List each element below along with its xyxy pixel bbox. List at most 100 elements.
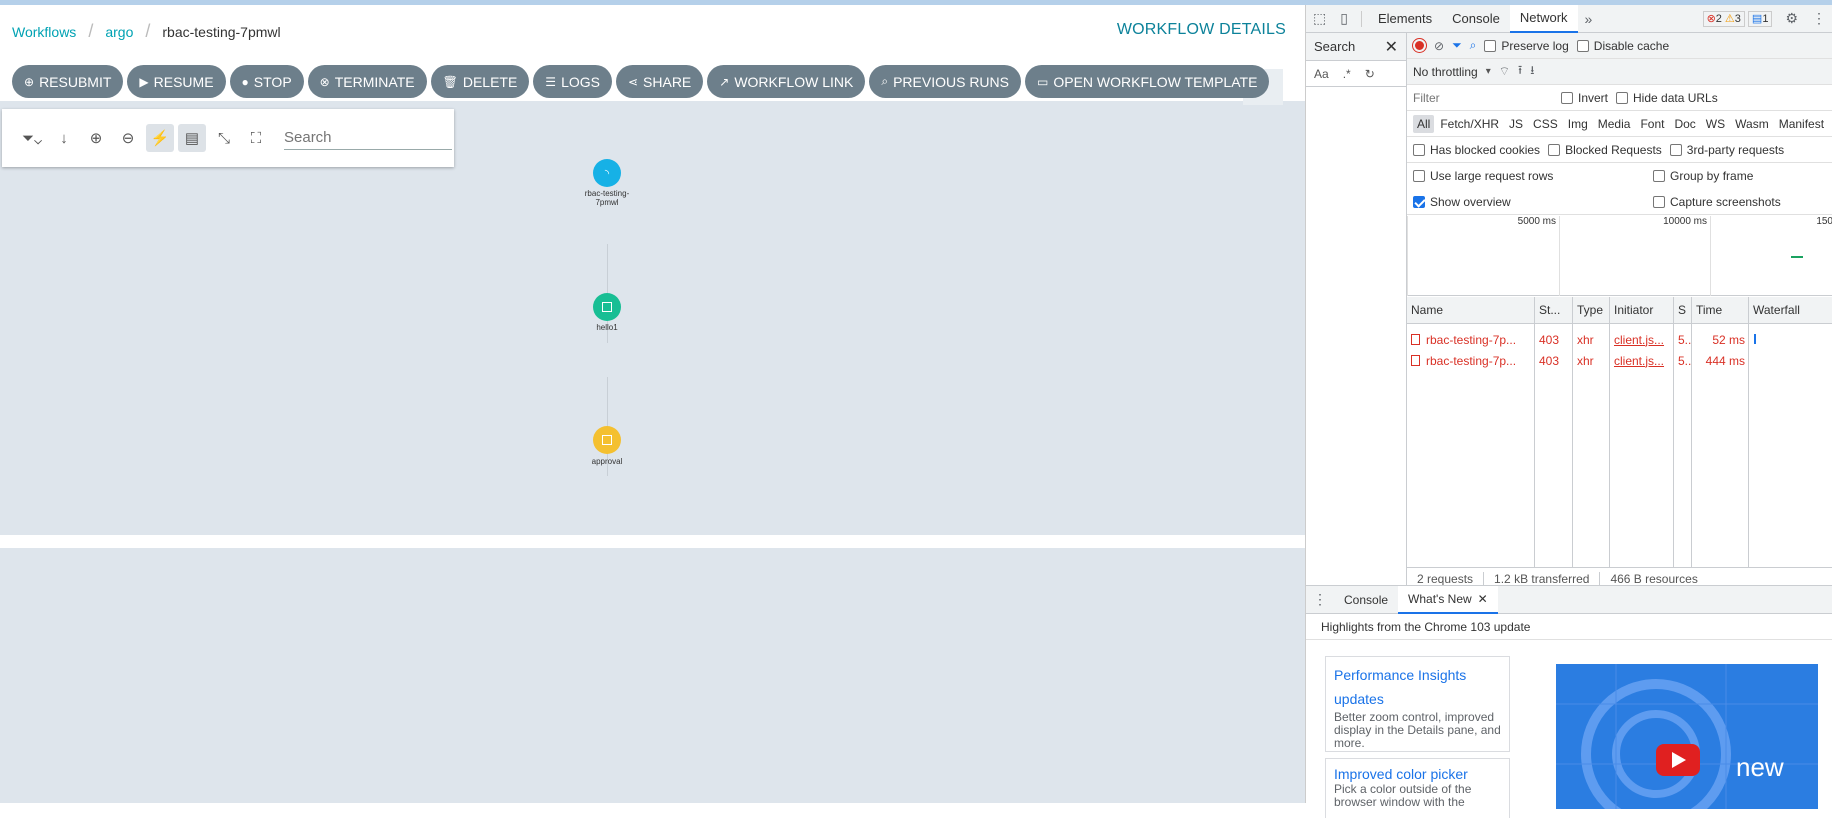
- action-bar: ⊕ RESUBMIT ▶ RESUME ● STOP ⊗ TERMINATE 🗑 DELE…: [12, 65, 1270, 98]
- messages-badge[interactable]: ▤ 1: [1747, 10, 1773, 27]
- drawer-tab-whats-new[interactable]: What's New ✕: [1398, 585, 1498, 614]
- type-filter-all[interactable]: All: [1413, 114, 1435, 133]
- drawer-tab-bar: ⋮ Console What's New ✕: [1306, 585, 1832, 614]
- upload-icon[interactable]: ⭱: [1518, 61, 1522, 82]
- graph-node-hello1[interactable]: [593, 293, 621, 321]
- resume-button[interactable]: ▶ RESUME: [127, 65, 226, 98]
- close-icon[interactable]: ✕: [1385, 37, 1398, 57]
- breadcrumb-workflows-link[interactable]: Workflows: [12, 24, 76, 40]
- argo-workflow-app: Workflows / argo / rbac-testing-7pmwl WO…: [0, 5, 1305, 803]
- workflow-link-button[interactable]: ↗ WORKFLOW LINK: [707, 65, 866, 98]
- checkbox-label: Hide data URLs: [1633, 90, 1718, 105]
- capture-screenshots-checkbox[interactable]: Capture screenshots: [1653, 195, 1803, 209]
- button-label: LOGS: [561, 73, 600, 90]
- close-icon[interactable]: ✕: [1478, 592, 1488, 606]
- arrow-down-icon[interactable]: ↓: [50, 124, 78, 152]
- column-time[interactable]: Time: [1692, 297, 1749, 324]
- file-icon[interactable]: ▤: [178, 124, 206, 152]
- show-overview-checkbox[interactable]: Show overview: [1413, 195, 1511, 209]
- compress-icon[interactable]: ⤡: [210, 124, 238, 152]
- download-icon[interactable]: ⭳: [1530, 61, 1534, 82]
- column-initiator[interactable]: Initiator: [1610, 297, 1674, 324]
- regex-toggle[interactable]: .*: [1343, 67, 1351, 81]
- column-waterfall[interactable]: Waterfall: [1749, 297, 1832, 324]
- hide-data-urls-checkbox[interactable]: Hide data URLs: [1616, 91, 1718, 105]
- open-workflow-template-button[interactable]: ▭ OPEN WORKFLOW TEMPLATE: [1025, 65, 1270, 98]
- graph-node-approval[interactable]: [593, 426, 621, 454]
- kebab-menu-icon[interactable]: ⋮: [1306, 591, 1334, 608]
- inspect-element-icon[interactable]: ⬚: [1306, 10, 1333, 27]
- disable-cache-checkbox[interactable]: Disable cache: [1576, 39, 1669, 53]
- breadcrumb-namespace-link[interactable]: argo: [105, 24, 133, 40]
- zoom-out-icon[interactable]: ⊖: [114, 124, 142, 152]
- record-icon[interactable]: [1413, 39, 1426, 52]
- request-initiator-link[interactable]: client.js...: [1610, 350, 1674, 371]
- graph-search-input[interactable]: [284, 126, 452, 150]
- wifi-settings-icon[interactable]: ⌔: [1499, 64, 1510, 79]
- column-status[interactable]: St...: [1535, 297, 1573, 324]
- resubmit-button[interactable]: ⊕ RESUBMIT: [12, 65, 124, 98]
- whats-new-card[interactable]: Performance Insights updates Better zoom…: [1325, 656, 1510, 752]
- filter-input[interactable]: [1413, 90, 1553, 105]
- blocked-requests-checkbox[interactable]: Blocked Requests: [1548, 143, 1662, 157]
- refresh-icon[interactable]: ↻: [1365, 67, 1375, 81]
- column-type[interactable]: Type: [1573, 297, 1610, 324]
- device-toolbar-icon[interactable]: ▯: [1333, 10, 1355, 27]
- type-filter-ws[interactable]: WS: [1702, 115, 1729, 133]
- button-label: DELETE: [462, 73, 518, 90]
- graph-node-root[interactable]: ◝: [593, 159, 621, 187]
- tab-console[interactable]: Console: [1442, 5, 1510, 33]
- terminate-button[interactable]: ⊗ TERMINATE: [307, 65, 427, 98]
- search-pane-tools: Aa .* ↻: [1306, 61, 1406, 87]
- kebab-menu-icon[interactable]: ⋮: [1805, 10, 1832, 27]
- stop-button[interactable]: ● STOP: [229, 65, 304, 98]
- request-name[interactable]: rbac-testing-7p...: [1407, 350, 1535, 371]
- previous-runs-button[interactable]: ⌕ PREVIOUS RUNS: [869, 65, 1021, 98]
- graph-node-label: approval: [591, 457, 623, 466]
- type-filter-wasm[interactable]: Wasm: [1731, 115, 1773, 133]
- lightning-icon[interactable]: ⚡: [146, 124, 174, 152]
- delete-button[interactable]: 🗑 DELETE: [430, 65, 530, 98]
- chrome-update-promo-image[interactable]: new: [1556, 664, 1818, 809]
- tab-network[interactable]: Network: [1509, 4, 1578, 33]
- card-title[interactable]: Improved color picker: [1334, 765, 1501, 783]
- more-tabs-icon[interactable]: »: [1578, 11, 1600, 27]
- checkbox-label: 3rd-party requests: [1686, 142, 1785, 157]
- request-name[interactable]: rbac-testing-7p...: [1407, 329, 1535, 350]
- type-filter-media[interactable]: Media: [1594, 115, 1635, 133]
- expand-icon[interactable]: ⛶: [242, 124, 270, 152]
- third-party-checkbox[interactable]: 3rd-party requests: [1669, 142, 1785, 157]
- large-rows-checkbox[interactable]: Use large request rows: [1413, 169, 1553, 183]
- blocked-filters: Has blocked cookies Blocked Requests 3rd…: [1407, 137, 1832, 163]
- type-filter-manifest[interactable]: Manifest: [1775, 115, 1828, 133]
- type-filter-js[interactable]: JS: [1505, 115, 1527, 133]
- filter-icon[interactable]: ⏷: [1452, 38, 1462, 53]
- share-button[interactable]: ⋖ SHARE: [615, 65, 704, 98]
- preserve-log-checkbox[interactable]: Preserve log: [1484, 39, 1569, 53]
- card-title[interactable]: Performance Insights updates: [1334, 663, 1501, 711]
- whats-new-card[interactable]: Improved color picker Pick a color outsi…: [1325, 758, 1510, 818]
- issues-badge[interactable]: ⊗ 2 ⚠ 3: [1702, 10, 1745, 27]
- type-filter-css[interactable]: CSS: [1529, 115, 1562, 133]
- type-filter-img[interactable]: Img: [1564, 115, 1592, 133]
- type-filter-font[interactable]: Font: [1636, 115, 1668, 133]
- column-name[interactable]: Name: [1407, 297, 1535, 324]
- column-size[interactable]: S: [1674, 297, 1692, 324]
- type-filter-fetch-xhr[interactable]: Fetch/XHR: [1436, 115, 1503, 133]
- request-name-text: rbac-testing-7p...: [1426, 332, 1517, 347]
- drawer-tab-console[interactable]: Console: [1334, 586, 1398, 614]
- match-case-toggle[interactable]: Aa: [1314, 67, 1329, 81]
- request-initiator-link[interactable]: client.js...: [1610, 329, 1674, 350]
- search-icon[interactable]: ⌕: [1470, 38, 1477, 53]
- zoom-in-icon[interactable]: ⊕: [82, 124, 110, 152]
- gear-icon[interactable]: ⚙: [1778, 10, 1805, 27]
- group-by-frame-checkbox[interactable]: Group by frame: [1653, 169, 1803, 183]
- has-blocked-cookies-checkbox[interactable]: Has blocked cookies: [1413, 143, 1540, 157]
- logs-button[interactable]: ☰ LOGS: [533, 65, 612, 98]
- type-filter-doc[interactable]: Doc: [1670, 115, 1699, 133]
- tab-elements[interactable]: Elements: [1368, 5, 1442, 33]
- clear-icon[interactable]: ⊘: [1434, 39, 1444, 53]
- throttling-select[interactable]: No throttling: [1413, 65, 1478, 79]
- filter-dropdown-icon[interactable]: ⏷⌄: [18, 124, 46, 152]
- invert-checkbox[interactable]: Invert: [1561, 91, 1608, 105]
